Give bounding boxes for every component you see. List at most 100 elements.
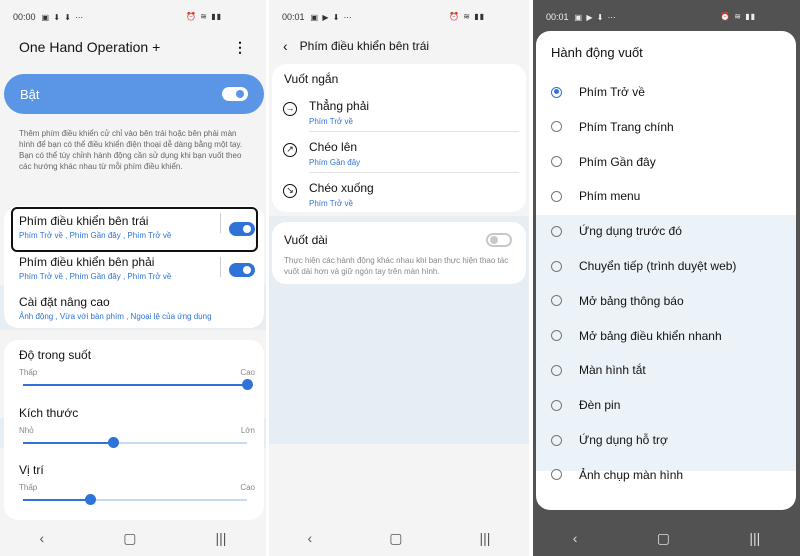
size-slider-thumb[interactable] [107,437,119,448]
swipe-action-dialog: Hành động vuốt Phím Trở về Phím Trang chí… [536,31,796,510]
sliders-card: Độ trong suốt Thấp Cao Kích thước Nhỏ Lớn … [4,340,264,520]
radio-button[interactable] [551,121,562,133]
feature-description: Thêm phím điều khiển cử chỉ vào bên trái… [19,129,243,171]
option-label: Mở bảng thông báo [579,293,684,308]
home-nav-icon[interactable]: ▢ [123,530,136,547]
radio-button[interactable] [551,86,562,98]
direction-row-down-diagonal[interactable]: ↘ Chéo xuống Phím Trở về [283,181,511,208]
divider [309,131,519,132]
swipe-action-option[interactable]: Màn hình tắt [551,363,646,377]
direction-action: Phím Trở về [309,117,353,126]
recents-nav-icon[interactable]: ||| [216,530,227,546]
recents-nav-icon[interactable]: ||| [480,530,491,546]
option-label: Phím Trở về [579,85,645,99]
back-nav-icon[interactable]: ‹ [573,530,578,546]
position-slider-group: Vị trí Thấp Cao [19,463,255,505]
status-bar: 00:01 ▣ ▶ ⬇ ⋯ ⏰ ≋ ▮▮ [269,0,529,34]
status-time: 00:01 [546,12,569,22]
right-handle-toggle[interactable] [229,263,255,277]
navigation-bar: ‹ ▢ ||| [0,520,266,556]
status-right-icons: ⏰ ≋ ▮▮ [720,12,756,21]
option-label: Ảnh chụp màn hình [579,467,684,482]
radio-button[interactable] [551,225,562,237]
size-slider-group: Kích thước Nhỏ Lớn [19,406,255,448]
position-label: Vị trí [19,463,44,477]
transparency-slider-thumb[interactable] [242,379,253,390]
option-label: Ứng dụng hỗ trợ [579,433,668,447]
divider [220,257,221,277]
option-label: Phím Trang chính [579,119,674,134]
long-swipe-label: Vuốt dài [284,233,328,247]
radio-button[interactable] [551,399,562,411]
page-title: Phím điều khiển bên trái [299,39,430,53]
swipe-action-option[interactable]: Phím Trang chính [551,120,674,134]
radio-button[interactable] [551,190,562,202]
direction-title: Chéo xuống [309,181,374,195]
back-arrow-icon[interactable]: ‹ [283,38,288,54]
back-nav-icon[interactable]: ‹ [40,530,45,546]
recents-nav-icon[interactable]: ||| [749,530,760,546]
arrow-up-right-icon: ↗ [283,143,297,157]
status-right-icons: ⏰ ≋ ▮▮ [186,12,222,21]
radio-button[interactable] [551,434,562,446]
swipe-action-option[interactable]: Ứng dụng hỗ trợ [551,433,668,447]
more-options-icon[interactable]: ⋮ [233,39,247,56]
size-min-label: Nhỏ [19,426,34,435]
long-swipe-description: Thực hiện các hành động khác nhau khi bạ… [284,256,509,276]
app-bar: ‹ Phím điều khiển bên trái [269,34,529,58]
home-nav-icon[interactable]: ▢ [657,530,670,547]
swipe-action-option[interactable]: Phím menu [551,189,640,203]
swipe-action-option[interactable]: Mở bảng thông báo [551,294,684,308]
option-label: Mở bảng điều khiển nhanh [579,328,722,343]
swipe-action-option[interactable]: Phím Gần đây [551,155,656,169]
swipe-action-option[interactable]: Ứng dụng trước đó [551,224,682,238]
swipe-action-option[interactable]: Ảnh chụp màn hình [551,468,683,482]
swipe-action-option[interactable]: Phím Trở về [551,85,645,99]
swipe-action-option[interactable]: Chuyển tiếp (trình duyệt web) [551,259,736,273]
master-toggle-switch[interactable] [222,87,248,101]
status-icons: ▣ ⬇ ⬇ ⋯ [41,12,85,22]
direction-row-right[interactable]: → Thẳng phải Phím Trở về [283,99,511,126]
home-nav-icon[interactable]: ▢ [389,530,402,547]
radio-button[interactable] [551,260,562,272]
position-slider[interactable] [23,494,247,505]
option-label: Phím Gần đây [579,154,656,169]
option-label: Ứng dụng trước đó [579,224,682,239]
transparency-max-label: Cao [240,368,255,377]
navigation-bar: ‹ ▢ ||| [533,520,800,556]
screen-one-hand-operation: 00:00 ▣ ⬇ ⬇ ⋯ ⏰ ≋ ▮▮ One Hand Operation … [0,0,266,556]
radio-button[interactable] [551,330,562,342]
app-bar: One Hand Operation + ⋮ [0,34,266,60]
position-min-label: Thấp [19,483,38,492]
status-icons: ▣ ▶ ⬇ ⋯ [574,12,617,22]
divider [309,172,519,173]
advanced-settings-row[interactable]: Cài đặt nâng cao Ảnh động , Vừa với bàn … [19,295,255,321]
status-icons: ▣ ▶ ⬇ ⋯ [310,12,353,22]
long-swipe-card[interactable]: Vuốt dài Thực hiện các hành động khác nh… [272,222,526,284]
transparency-slider[interactable] [23,379,253,390]
highlight-box [11,207,258,252]
radio-button[interactable] [551,295,562,307]
status-bar: 00:00 ▣ ⬇ ⬇ ⋯ ⏰ ≋ ▮▮ [0,0,266,34]
swipe-action-option[interactable]: Đèn pin [551,398,620,412]
direction-title: Thẳng phải [309,99,370,113]
radio-button[interactable] [551,469,562,481]
size-slider[interactable] [23,437,247,448]
option-label: Màn hình tắt [579,363,646,378]
size-max-label: Lớn [240,426,255,435]
long-swipe-toggle[interactable] [486,233,512,247]
position-slider-thumb[interactable] [85,494,97,505]
radio-button[interactable] [551,156,562,168]
direction-row-up-diagonal[interactable]: ↗ Chéo lên Phím Gần đây [283,140,511,167]
transparency-label: Độ trong suốt [19,348,92,362]
master-toggle-bar[interactable]: Bật [4,74,264,114]
transparency-min-label: Thấp [19,368,38,377]
radio-button[interactable] [551,364,562,376]
back-nav-icon[interactable]: ‹ [308,530,313,546]
size-label: Kích thước [19,406,79,420]
arrow-down-right-icon: ↘ [283,184,297,198]
swipe-action-option[interactable]: Mở bảng điều khiển nhanh [551,329,722,343]
arrow-right-icon: → [283,102,297,116]
status-bar: 00:01 ▣ ▶ ⬇ ⋯ ⏰ ≋ ▮▮ [533,0,800,34]
direction-title: Chéo lên [309,140,358,154]
